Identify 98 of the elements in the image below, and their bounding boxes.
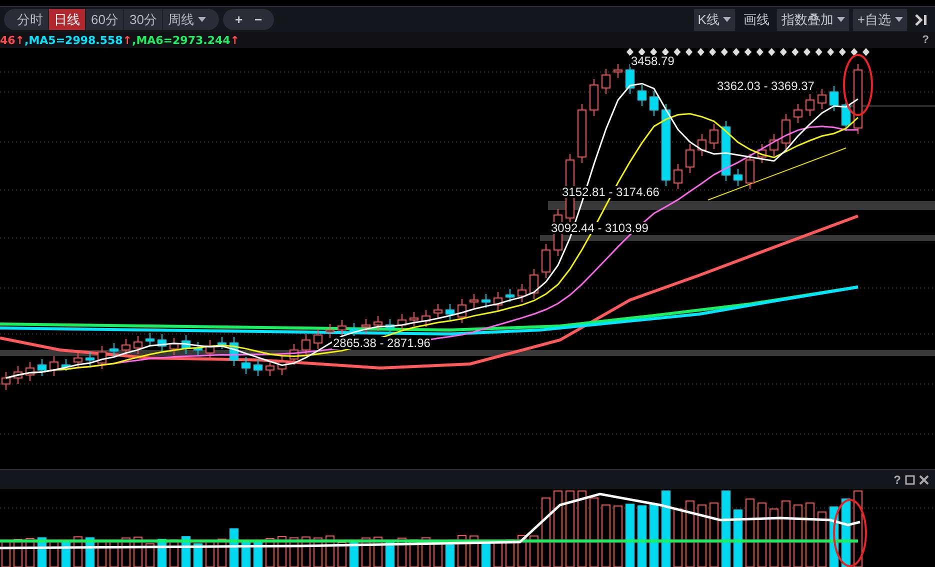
- candlestick: [254, 358, 262, 376]
- period-dropdown[interactable]: 周线: [162, 9, 211, 30]
- candlestick: [50, 356, 58, 376]
- candlestick: [638, 84, 646, 106]
- candlestick: [386, 318, 394, 334]
- candlestick: [170, 338, 178, 356]
- toolbar-button[interactable]: K线: [694, 8, 736, 30]
- ma-legend-text: ↑: [230, 34, 240, 46]
- candlestick: [14, 366, 22, 384]
- price-range-label: 3458.79: [630, 55, 676, 67]
- caret-icon: [837, 17, 846, 22]
- caret-icon: [198, 17, 206, 22]
- candlestick: [242, 356, 250, 374]
- ma-legend-text: ,MA6=2973.244: [132, 34, 230, 46]
- candlestick: [698, 134, 706, 156]
- candlestick: [410, 312, 418, 326]
- toolbar-button[interactable]: +自选: [853, 8, 907, 30]
- candlestick: [830, 86, 838, 112]
- candlestick: [38, 358, 46, 376]
- candlestick: [674, 164, 682, 190]
- candlestick: [530, 268, 538, 300]
- toolbar-button[interactable]: 指数叠加: [777, 8, 850, 30]
- candlestick: [182, 334, 190, 354]
- caret-icon: [895, 17, 903, 22]
- candlestick: [758, 144, 766, 164]
- candlestick: [218, 336, 226, 350]
- price-range-label: 2865.38 - 2871.96: [332, 337, 432, 349]
- candlestick: [770, 134, 778, 156]
- candlestick: [98, 346, 106, 370]
- highlight-ellipse: [843, 54, 873, 116]
- candlestick: [146, 332, 154, 346]
- candlestick: [230, 336, 238, 366]
- period-tab[interactable]: 60分: [86, 9, 124, 30]
- candlestick: [74, 352, 82, 368]
- candlestick: [506, 288, 514, 302]
- candlestick: [602, 68, 610, 94]
- zoom-button[interactable]: +: [230, 10, 247, 30]
- candlestick: [614, 64, 622, 78]
- ma-legend-text: ↑: [122, 34, 132, 46]
- period-tab[interactable]: 日线: [49, 9, 86, 30]
- candlestick: [458, 298, 466, 324]
- candlestick: [782, 114, 790, 150]
- candlestick: [314, 328, 322, 350]
- candlestick: [194, 342, 202, 356]
- candlestick: [542, 244, 550, 278]
- candlestick: [302, 334, 310, 356]
- toolbar-button[interactable]: 画线: [739, 8, 774, 30]
- collapse-icon[interactable]: [915, 14, 927, 26]
- candlestick: [86, 352, 94, 366]
- candlestick: [398, 314, 406, 332]
- period-tab[interactable]: 30分: [124, 9, 163, 30]
- candlestick: [854, 64, 862, 134]
- candlestick: [362, 318, 370, 334]
- candlestick: [134, 336, 142, 354]
- help-icon[interactable]: ?: [922, 34, 935, 46]
- candlestick: [422, 310, 430, 328]
- candlestick: [710, 124, 718, 150]
- candlestick: [26, 362, 34, 382]
- candlestick: [446, 304, 454, 320]
- candlestick: [518, 284, 526, 302]
- candlestick: [278, 356, 286, 376]
- candlestick: [494, 292, 502, 312]
- candlestick: [578, 104, 586, 164]
- candlestick: [62, 358, 70, 372]
- zoom-button[interactable]: −: [250, 10, 266, 30]
- price-range-label: 3362.03 - 3369.37: [716, 80, 816, 92]
- candlestick: [290, 344, 298, 366]
- caret-icon: [723, 17, 732, 22]
- candlestick: [734, 168, 742, 186]
- candlestick: [794, 104, 802, 124]
- candlestick: [158, 334, 166, 352]
- price-range-label: 3152.81 - 3174.66: [561, 186, 660, 198]
- candlestick: [626, 64, 634, 94]
- candlestick: [350, 322, 358, 336]
- ma-legend-text: ,MA5=2998.558: [24, 34, 123, 46]
- candlestick: [338, 320, 346, 336]
- maximize-icon[interactable]: [905, 474, 915, 484]
- candlestick: [434, 304, 442, 320]
- candlestick: [806, 94, 814, 116]
- close-icon[interactable]: [919, 474, 929, 484]
- candlestick: [374, 316, 382, 332]
- candlestick: [110, 342, 118, 356]
- candlestick: [590, 78, 598, 116]
- candlestick: [122, 338, 130, 356]
- candlestick: [266, 360, 274, 376]
- candlestick: [326, 324, 334, 338]
- candlestick: [470, 294, 478, 308]
- candlestick: [686, 144, 694, 174]
- candlestick: [746, 154, 754, 190]
- candlestick: [206, 340, 214, 360]
- help-icon[interactable]: ?: [894, 470, 901, 488]
- candlestick: [722, 120, 730, 182]
- candlestick: [650, 90, 658, 116]
- ma-legend-text: 46↑: [0, 34, 25, 46]
- price-range-label: 3092.44 - 3103.99: [550, 222, 650, 234]
- candlestick: [482, 294, 490, 308]
- candlestick: [818, 88, 826, 110]
- highlight-ellipse: [833, 499, 867, 567]
